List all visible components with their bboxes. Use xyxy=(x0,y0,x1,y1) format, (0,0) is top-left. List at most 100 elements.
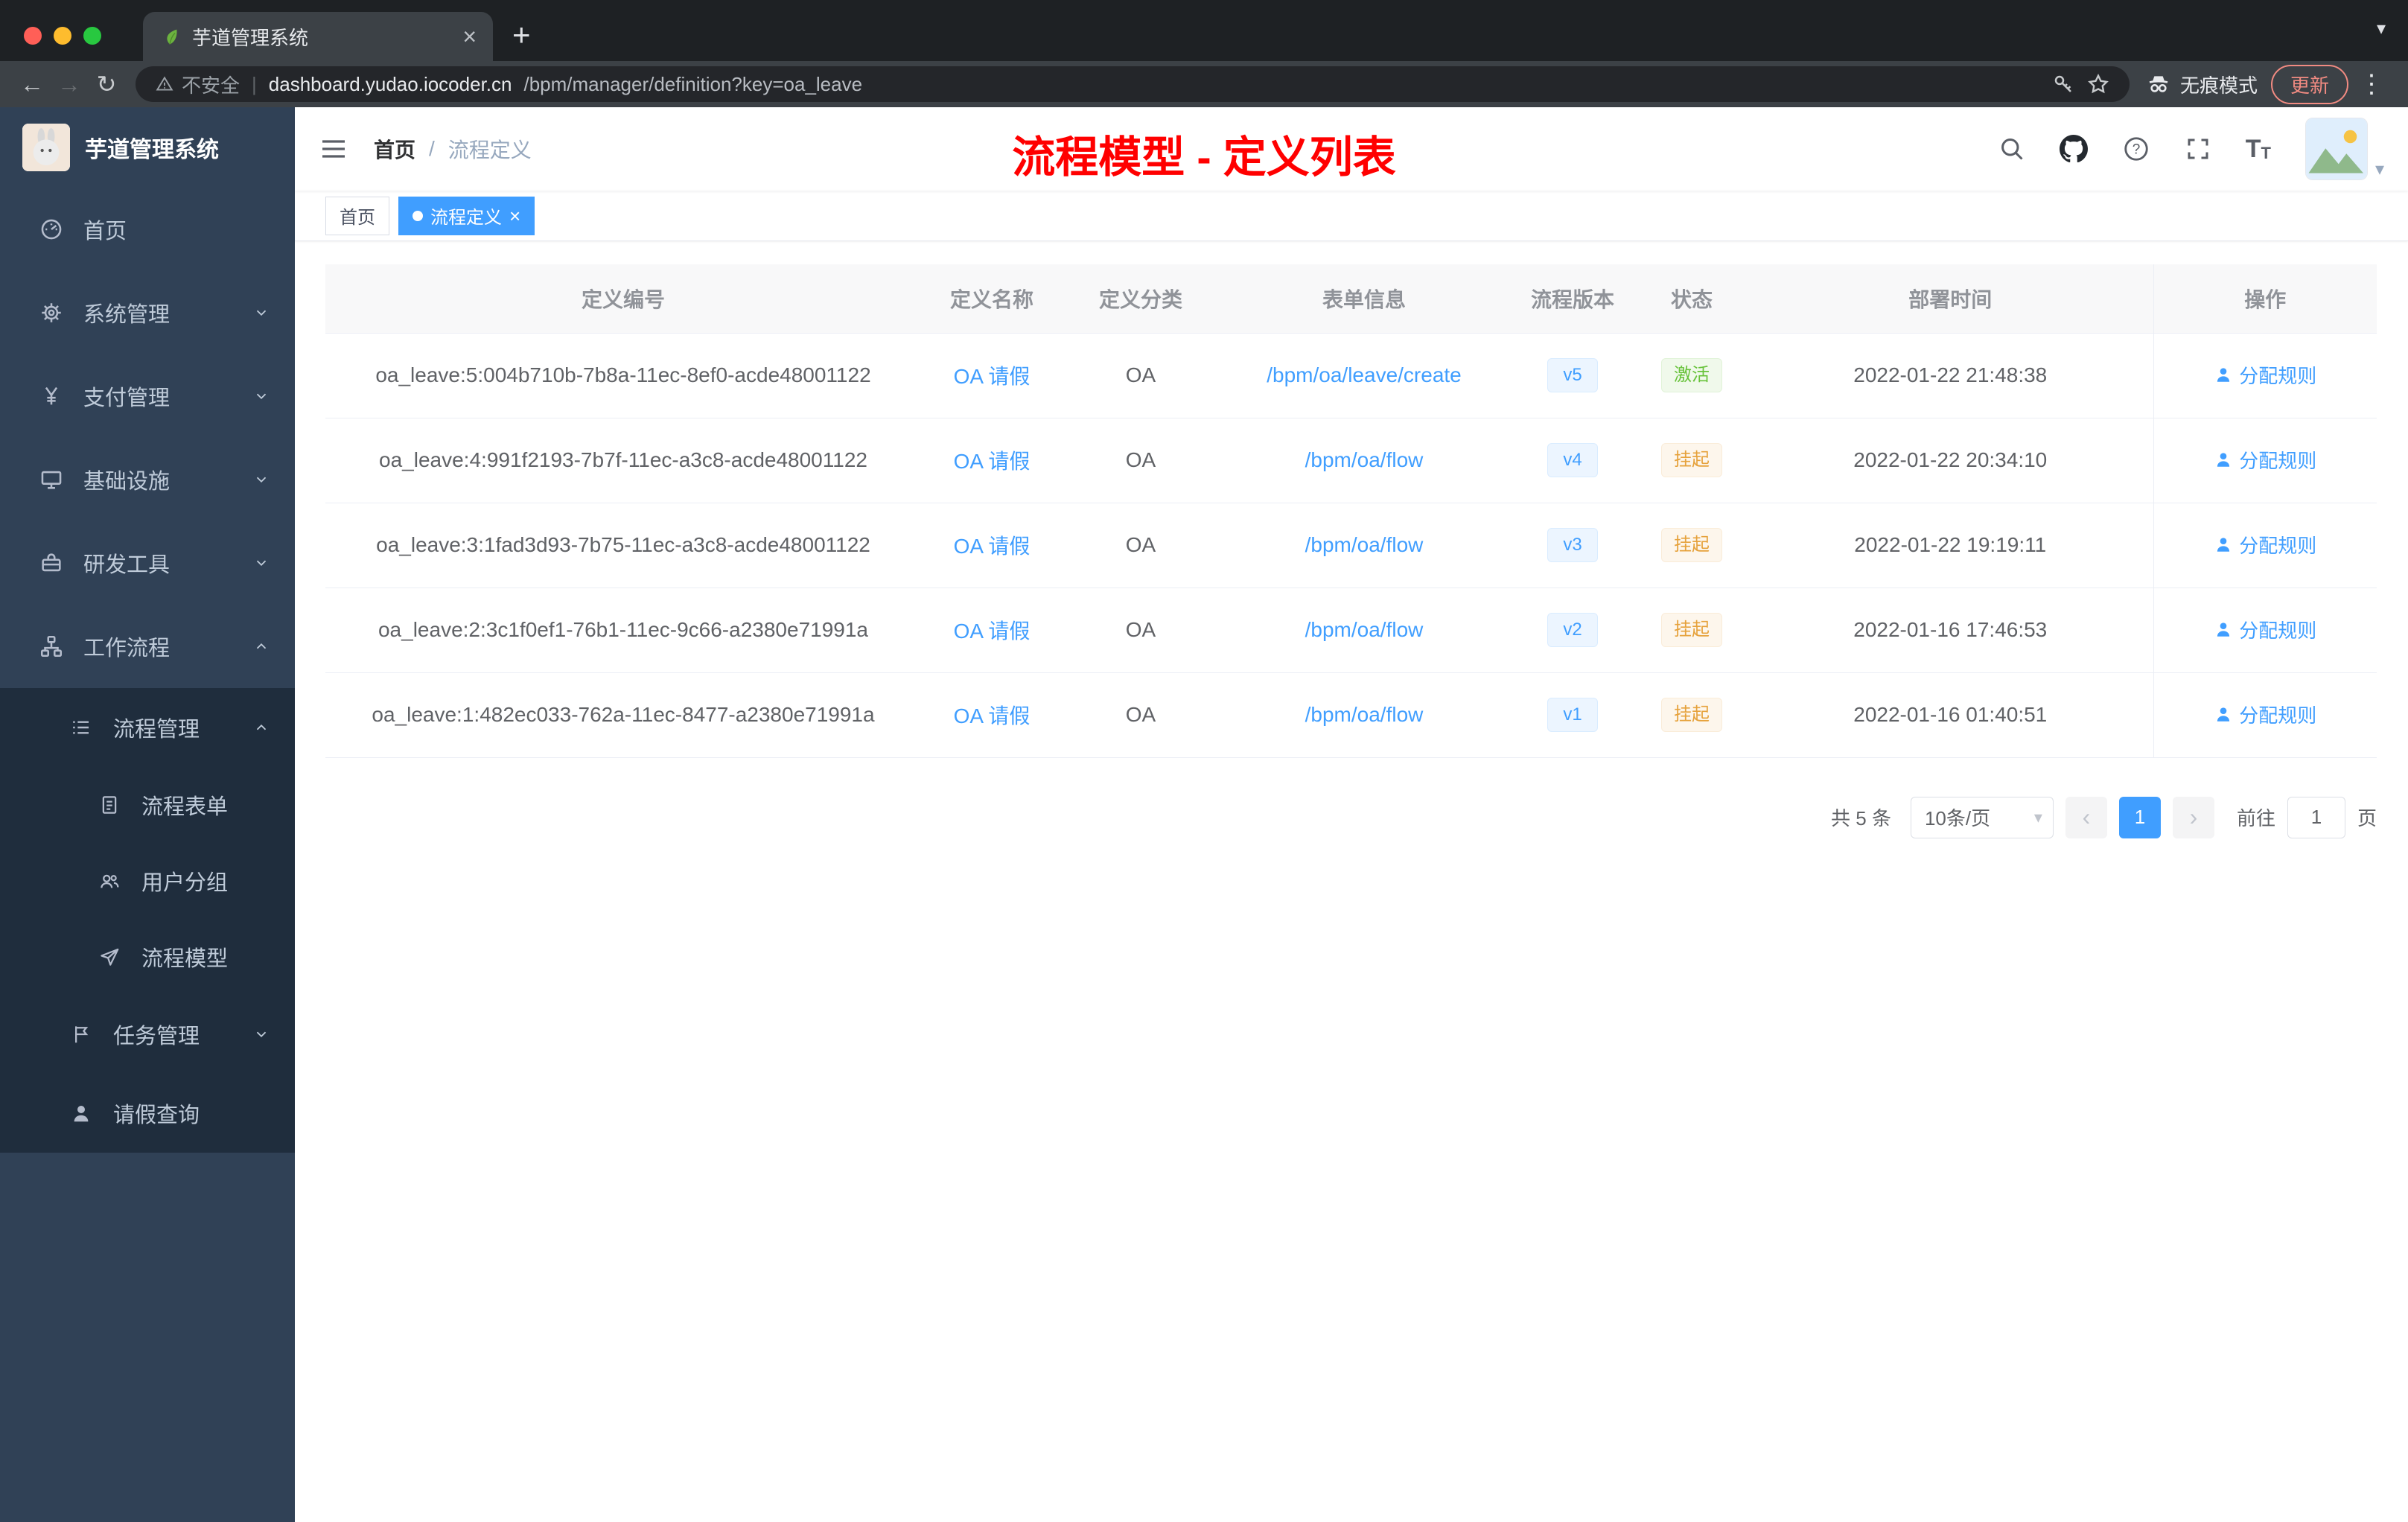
chevron-down-icon xyxy=(253,388,270,404)
sidebar-item-process-management[interactable]: 流程管理 xyxy=(0,688,295,767)
deploy-time-cell: 2022-01-16 01:40:51 xyxy=(1748,672,2153,758)
column-header: 定义名称 xyxy=(921,264,1063,334)
sidebar-item-task-management[interactable]: 任务管理 xyxy=(0,995,295,1074)
dashboard-icon xyxy=(36,217,67,242)
sidebar: 芋道管理系统 首页 系统管理 支付管理 基础设施 研发工具 工作流程 流程管理 … xyxy=(0,107,295,1522)
sidebar-collapse-icon[interactable] xyxy=(319,134,348,164)
chevron-down-icon xyxy=(253,1026,270,1042)
browser-toolbar: ← → ↻ 不安全 | dashboard.yudao.iocoder.cn/b… xyxy=(0,61,2408,107)
definition-name-link[interactable]: OA 请假 xyxy=(954,450,1031,473)
chevron-down-icon xyxy=(253,471,270,488)
page-size-select[interactable]: 10条/页 ▾ xyxy=(1910,796,2054,838)
prev-page-button[interactable]: ‹ xyxy=(2065,796,2107,838)
password-key-icon[interactable] xyxy=(2052,73,2074,95)
assign-rule-link[interactable]: 分配规则 xyxy=(2214,446,2316,474)
sidebar-item-leave-query[interactable]: 请假查询 xyxy=(0,1074,295,1153)
sidebar-item-label: 流程模型 xyxy=(141,947,229,971)
tag-close-icon[interactable]: × xyxy=(509,206,520,226)
definition-name-link[interactable]: OA 请假 xyxy=(954,704,1031,727)
font-size-icon[interactable]: TT xyxy=(2246,136,2271,162)
tag-home[interactable]: 首页 xyxy=(325,196,389,235)
breadcrumb-home-link[interactable]: 首页 xyxy=(374,134,415,164)
fullscreen-icon[interactable] xyxy=(2185,136,2211,162)
column-header: 部署时间 xyxy=(1748,264,2153,334)
navbar-right-icons: ? TT ▾ xyxy=(1998,118,2384,180)
person-icon xyxy=(2217,623,2230,637)
forward-button[interactable]: → xyxy=(51,66,88,103)
version-badge: v2 xyxy=(1547,612,1598,648)
favicon-leaf-icon xyxy=(159,26,180,47)
assign-rule-link[interactable]: 分配规则 xyxy=(2214,361,2316,389)
address-bar[interactable]: 不安全 | dashboard.yudao.iocoder.cn/bpm/man… xyxy=(136,66,2130,102)
sidebar-item-dev-tools[interactable]: 研发工具 xyxy=(0,521,295,605)
help-icon[interactable]: ? xyxy=(2122,135,2150,163)
security-warning[interactable]: 不安全 xyxy=(155,71,240,98)
sidebar-item-label: 流程表单 xyxy=(141,795,229,819)
back-button[interactable]: ← xyxy=(13,66,51,103)
status-badge: 激活 xyxy=(1661,357,1722,393)
tag-process-definition[interactable]: 流程定义 × xyxy=(398,196,535,235)
person-icon xyxy=(2217,707,2230,722)
new-tab-button[interactable]: + xyxy=(512,19,531,51)
app-logo[interactable]: 芋道管理系统 xyxy=(0,107,295,188)
sidebar-item-label: 任务管理 xyxy=(113,1025,200,1048)
form-link[interactable]: /bpm/oa/flow xyxy=(1305,703,1424,726)
github-icon[interactable] xyxy=(2059,135,2088,163)
sidebar-item-label: 首页 xyxy=(83,220,127,243)
assign-rule-link[interactable]: 分配规则 xyxy=(2214,701,2316,728)
incognito-icon xyxy=(2146,71,2171,97)
sidebar-item-label: 研发工具 xyxy=(83,553,171,577)
browser-menu-kebab-icon[interactable]: ⋮ xyxy=(2348,69,2395,99)
sidebar-item-process-model[interactable]: 流程模型 xyxy=(0,919,295,995)
goto-page-input[interactable]: 1 xyxy=(2287,796,2345,838)
breadcrumb: 首页 / 流程定义 xyxy=(374,134,532,164)
sidebar-item-infrastructure[interactable]: 基础设施 xyxy=(0,438,295,521)
reload-button[interactable]: ↻ xyxy=(88,66,125,103)
form-link[interactable]: /bpm/oa/flow xyxy=(1305,618,1424,641)
sidebar-item-label: 工作流程 xyxy=(83,637,171,660)
assign-rule-link[interactable]: 分配规则 xyxy=(2214,531,2316,558)
assign-rule-link[interactable]: 分配规则 xyxy=(2214,616,2316,643)
definition-name-link[interactable]: OA 请假 xyxy=(954,365,1031,388)
tab-search-caret-icon[interactable]: ▾ xyxy=(2377,18,2386,39)
sidebar-item-system[interactable]: 系统管理 xyxy=(0,271,295,354)
security-label: 不安全 xyxy=(182,74,241,97)
form-link[interactable]: /bpm/oa/flow xyxy=(1305,533,1424,556)
page-number-button[interactable]: 1 xyxy=(2118,796,2161,838)
sidebar-item-payment[interactable]: 支付管理 xyxy=(0,354,295,438)
sidebar-item-process-form[interactable]: 流程表单 xyxy=(0,767,295,843)
browser-tab[interactable]: 芋道管理系统 × xyxy=(143,12,493,61)
status-badge: 挂起 xyxy=(1661,527,1722,563)
sidebar-item-label: 支付管理 xyxy=(83,386,171,410)
chrome-update-button[interactable]: 更新 xyxy=(2270,64,2348,104)
form-link[interactable]: /bpm/oa/leave/create xyxy=(1267,363,1462,386)
sidebar-item-workflow[interactable]: 工作流程 xyxy=(0,605,295,688)
chevron-down-icon xyxy=(253,555,270,571)
pagination-total: 共 5 条 xyxy=(1831,807,1891,830)
caret-down-icon: ▾ xyxy=(2033,807,2042,827)
close-window-button[interactable] xyxy=(24,27,42,45)
person-icon xyxy=(2217,453,2230,467)
status-badge: 挂起 xyxy=(1661,442,1722,478)
status-badge: 挂起 xyxy=(1661,612,1722,648)
person-icon xyxy=(2217,538,2230,552)
sidebar-item-user-group[interactable]: 用户分组 xyxy=(0,843,295,919)
warning-triangle-icon xyxy=(155,74,174,94)
user-menu[interactable]: ▾ xyxy=(2305,118,2384,180)
definition-name-link[interactable]: OA 请假 xyxy=(954,620,1031,643)
breadcrumb-current: 流程定义 xyxy=(447,138,532,162)
search-icon[interactable] xyxy=(1998,136,2025,162)
zoom-window-button[interactable] xyxy=(83,27,101,45)
minimize-window-button[interactable] xyxy=(54,27,71,45)
deploy-time-cell: 2022-01-16 17:46:53 xyxy=(1748,588,2153,673)
tab-close-icon[interactable]: × xyxy=(462,25,477,48)
definition-name-link[interactable]: OA 请假 xyxy=(954,535,1031,558)
workflow-submenu: 流程管理 流程表单 用户分组 流程模型 任务管理 请假查询 xyxy=(0,688,295,1153)
active-dot xyxy=(413,210,423,221)
next-page-button[interactable]: › xyxy=(2172,796,2214,838)
column-header: 表单信息 xyxy=(1219,264,1509,334)
bookmark-star-icon[interactable] xyxy=(2086,72,2110,96)
sidebar-item-home[interactable]: 首页 xyxy=(0,188,295,271)
avatar xyxy=(2305,118,2368,180)
form-link[interactable]: /bpm/oa/flow xyxy=(1305,448,1424,471)
